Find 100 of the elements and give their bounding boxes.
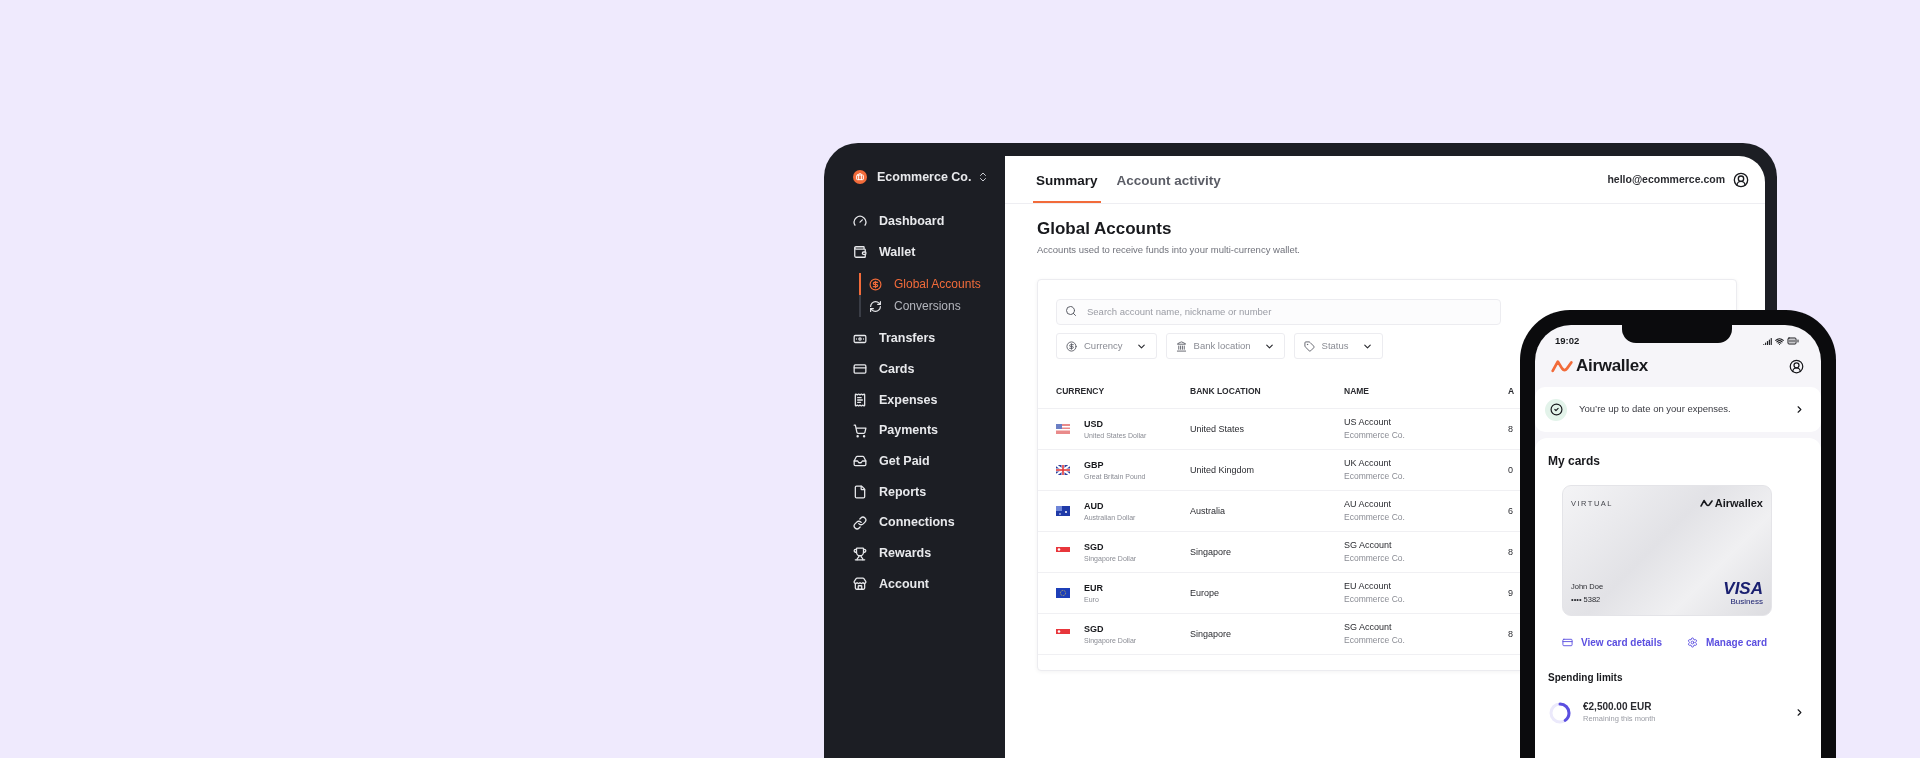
check-icon (1545, 398, 1567, 421)
card-icon (1562, 637, 1573, 648)
table-cell-text: 8 (1508, 627, 1514, 641)
card-action-link[interactable]: Manage card (1686, 635, 1768, 650)
flag-icon (1056, 588, 1070, 599)
search-field[interactable]: Search account name, nickname or number (1056, 298, 1501, 325)
sidebar-item[interactable]: Payments (853, 419, 939, 442)
dollar-icon (1066, 340, 1077, 352)
filter-dropdown[interactable]: Bank location (1165, 333, 1285, 360)
card-brand: Airwallex (1714, 496, 1763, 511)
visa-tier-label: Business (1730, 597, 1763, 606)
limit-progress-ring (1548, 700, 1572, 725)
table-cell-text: 9 (1508, 586, 1514, 600)
sidebar-item[interactable]: Rewards (853, 542, 932, 565)
page-subtitle: Accounts used to receive funds into your multi-currency wallet. (1037, 243, 1301, 257)
wallet-icon (853, 245, 867, 260)
table-cell-text: 8 (1508, 422, 1514, 436)
currency-code: EUR (1084, 581, 1103, 594)
table-cell-text: United Kingdom (1190, 463, 1256, 477)
sidebar-item[interactable]: Account (853, 573, 929, 596)
account-owner: Ecommerce Co. (1344, 470, 1406, 484)
card-icon (853, 362, 867, 377)
cart-icon (853, 423, 867, 438)
sidebar-item[interactable]: Conversions (869, 295, 961, 318)
account-name: SG Account (1344, 539, 1393, 553)
gear-icon (1686, 637, 1698, 648)
search-icon (1065, 305, 1077, 318)
link-icon (853, 515, 867, 530)
sidebar-item[interactable]: Connections (853, 511, 955, 534)
tab[interactable]: Account activity (1113, 161, 1224, 203)
sidebar-item[interactable]: Transfers (853, 327, 936, 350)
card-network: VISA (1723, 581, 1763, 597)
sidebar-item[interactable]: Dashboard (853, 210, 945, 233)
page-title: Global Accounts (1037, 218, 1173, 240)
account-owner: Ecommerce Co. (1344, 511, 1406, 525)
account-owner: Ecommerce Co. (1344, 429, 1406, 443)
account-name: EU Account (1344, 580, 1393, 594)
flag-icon (1056, 465, 1070, 476)
user-email: hello@ecommerce.com (1607, 172, 1725, 188)
user-icon[interactable] (1733, 172, 1749, 188)
brand-name: Airwallex (1576, 355, 1648, 378)
receipt-icon (853, 393, 867, 408)
column-header: A (1508, 385, 1516, 399)
column-header: BANK LOCATION (1190, 385, 1262, 399)
currency-code: GBP (1084, 458, 1105, 471)
account-owner: Ecommerce Co. (1344, 552, 1406, 566)
refresh-icon (869, 299, 882, 313)
section-title: Spending limits (1548, 671, 1624, 685)
gauge-icon (853, 214, 867, 229)
currency-code: AUD (1084, 499, 1105, 512)
card-action-link[interactable]: View card details (1562, 635, 1662, 650)
tab[interactable]: Summary (1033, 161, 1101, 203)
account-owner: Ecommerce Co. (1344, 634, 1406, 648)
section-title: My cards (1548, 453, 1602, 470)
sidebar-item[interactable]: Get Paid (853, 450, 930, 473)
store-icon (853, 577, 867, 592)
company-logo-icon (853, 170, 867, 184)
status-time: 19:02 (1555, 333, 1580, 348)
dollar-icon (869, 277, 882, 291)
limit-amount: €2,500.00 EUR (1583, 700, 1653, 713)
table-cell-text: Australia (1190, 504, 1226, 518)
signal-icon (1763, 336, 1772, 346)
currency-code: SGD (1084, 622, 1105, 635)
expenses-notice[interactable]: You’re up to date on your expenses. (1535, 387, 1821, 432)
logo-icon (1551, 359, 1573, 373)
account-name: UK Account (1344, 457, 1393, 471)
sidebar-item[interactable]: Global Accounts (869, 273, 981, 296)
account-name: US Account (1344, 416, 1393, 430)
file-icon (853, 485, 867, 500)
column-header: CURRENCY (1056, 385, 1106, 399)
flag-icon (1056, 424, 1070, 435)
logo-icon (1699, 499, 1713, 508)
sidebar-item[interactable]: Wallet (853, 241, 916, 264)
company-name: Ecommerce Co. (877, 168, 972, 186)
sidebar-item[interactable]: Reports (853, 481, 927, 504)
table-cell-text: Singapore (1190, 627, 1233, 641)
account-name: SG Account (1344, 621, 1393, 635)
wifi-icon (1775, 336, 1784, 346)
flag-icon (1056, 506, 1070, 517)
filter-dropdown[interactable]: Status (1293, 333, 1383, 360)
account-name: AU Account (1344, 498, 1393, 512)
table-cell-text: 6 (1508, 504, 1514, 518)
column-header: NAME (1344, 385, 1371, 399)
inbox-icon (853, 454, 867, 469)
sidebar-item[interactable]: Expenses (853, 389, 938, 412)
filter-dropdown[interactable]: Currency (1056, 333, 1157, 360)
table-cell-text: Europe (1190, 586, 1221, 600)
account-owner: Ecommerce Co. (1344, 593, 1406, 607)
table-cell-text: 0 (1508, 463, 1514, 477)
table-cell-text: Singapore (1190, 545, 1233, 559)
table-cell-text: 8 (1508, 545, 1514, 559)
bank-icon (1175, 340, 1187, 352)
table-cell-text: United States (1190, 422, 1246, 436)
sidebar-item[interactable]: Cards (853, 358, 915, 381)
switcher-icon (977, 171, 989, 183)
currency-code: SGD (1084, 540, 1105, 553)
trophy-icon (853, 546, 867, 561)
user-icon[interactable] (1789, 358, 1804, 374)
battery-icon (1787, 335, 1799, 347)
tag-icon (1303, 340, 1315, 352)
